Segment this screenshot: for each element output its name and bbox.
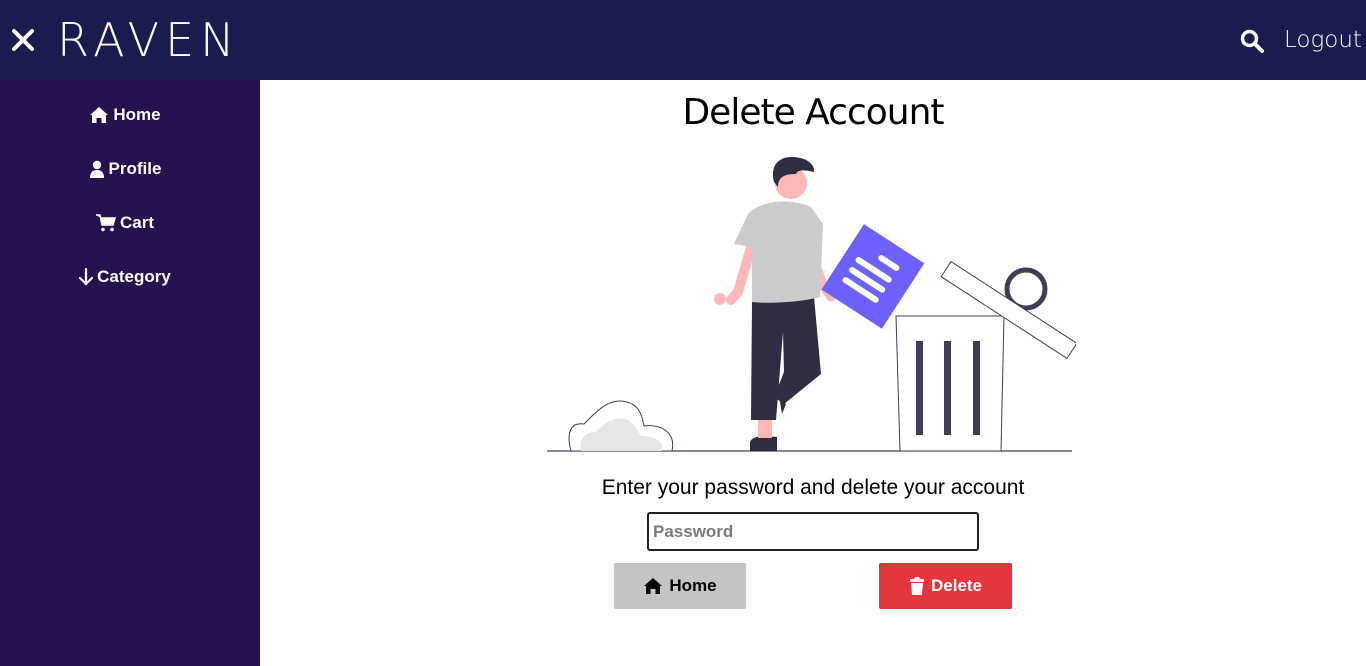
cart-icon bbox=[95, 214, 116, 232]
sidebar-item-category[interactable]: Category bbox=[0, 265, 250, 289]
home-button-label: Home bbox=[669, 576, 717, 595]
page-title: Delete Account bbox=[682, 92, 944, 133]
home-icon bbox=[644, 578, 663, 594]
delete-instructions: Enter your password and delete your acco… bbox=[601, 476, 1025, 499]
sidebar-item-label: Home bbox=[113, 105, 161, 124]
home-icon bbox=[90, 107, 109, 123]
trash-icon bbox=[909, 577, 924, 595]
home-button[interactable]: Home bbox=[614, 563, 746, 609]
sidebar-item-home[interactable]: Home bbox=[0, 103, 250, 127]
close-icon bbox=[12, 29, 34, 51]
search-button[interactable] bbox=[1239, 28, 1265, 54]
sidebar-item-label: Category bbox=[97, 267, 171, 286]
trash-can-illustration bbox=[895, 260, 1076, 452]
arrow-down-icon bbox=[79, 268, 94, 286]
delete-button-label: Delete bbox=[930, 576, 983, 595]
user-icon bbox=[89, 160, 104, 178]
sidebar: Home Profile Cart Category bbox=[0, 80, 260, 666]
main-content: Delete Account Enter your password and d… bbox=[260, 80, 1366, 666]
brand-logo[interactable]: RAVEN bbox=[57, 12, 241, 68]
sidebar-item-cart[interactable]: Cart bbox=[0, 211, 250, 235]
document-icon bbox=[821, 224, 925, 329]
logout-link[interactable]: Logout bbox=[1284, 26, 1362, 54]
sidebar-item-profile[interactable]: Profile bbox=[0, 157, 250, 181]
delete-account-illustration bbox=[547, 157, 1076, 452]
bush-icon bbox=[568, 400, 674, 452]
top-navbar: RAVEN Logout bbox=[0, 0, 1366, 80]
person-figure bbox=[714, 157, 836, 451]
close-menu-button[interactable] bbox=[11, 28, 35, 52]
password-input[interactable] bbox=[647, 512, 979, 551]
sidebar-item-label: Cart bbox=[119, 213, 154, 232]
sidebar-item-label: Profile bbox=[108, 159, 162, 178]
search-icon bbox=[1240, 29, 1264, 53]
delete-button[interactable]: Delete bbox=[879, 563, 1012, 609]
